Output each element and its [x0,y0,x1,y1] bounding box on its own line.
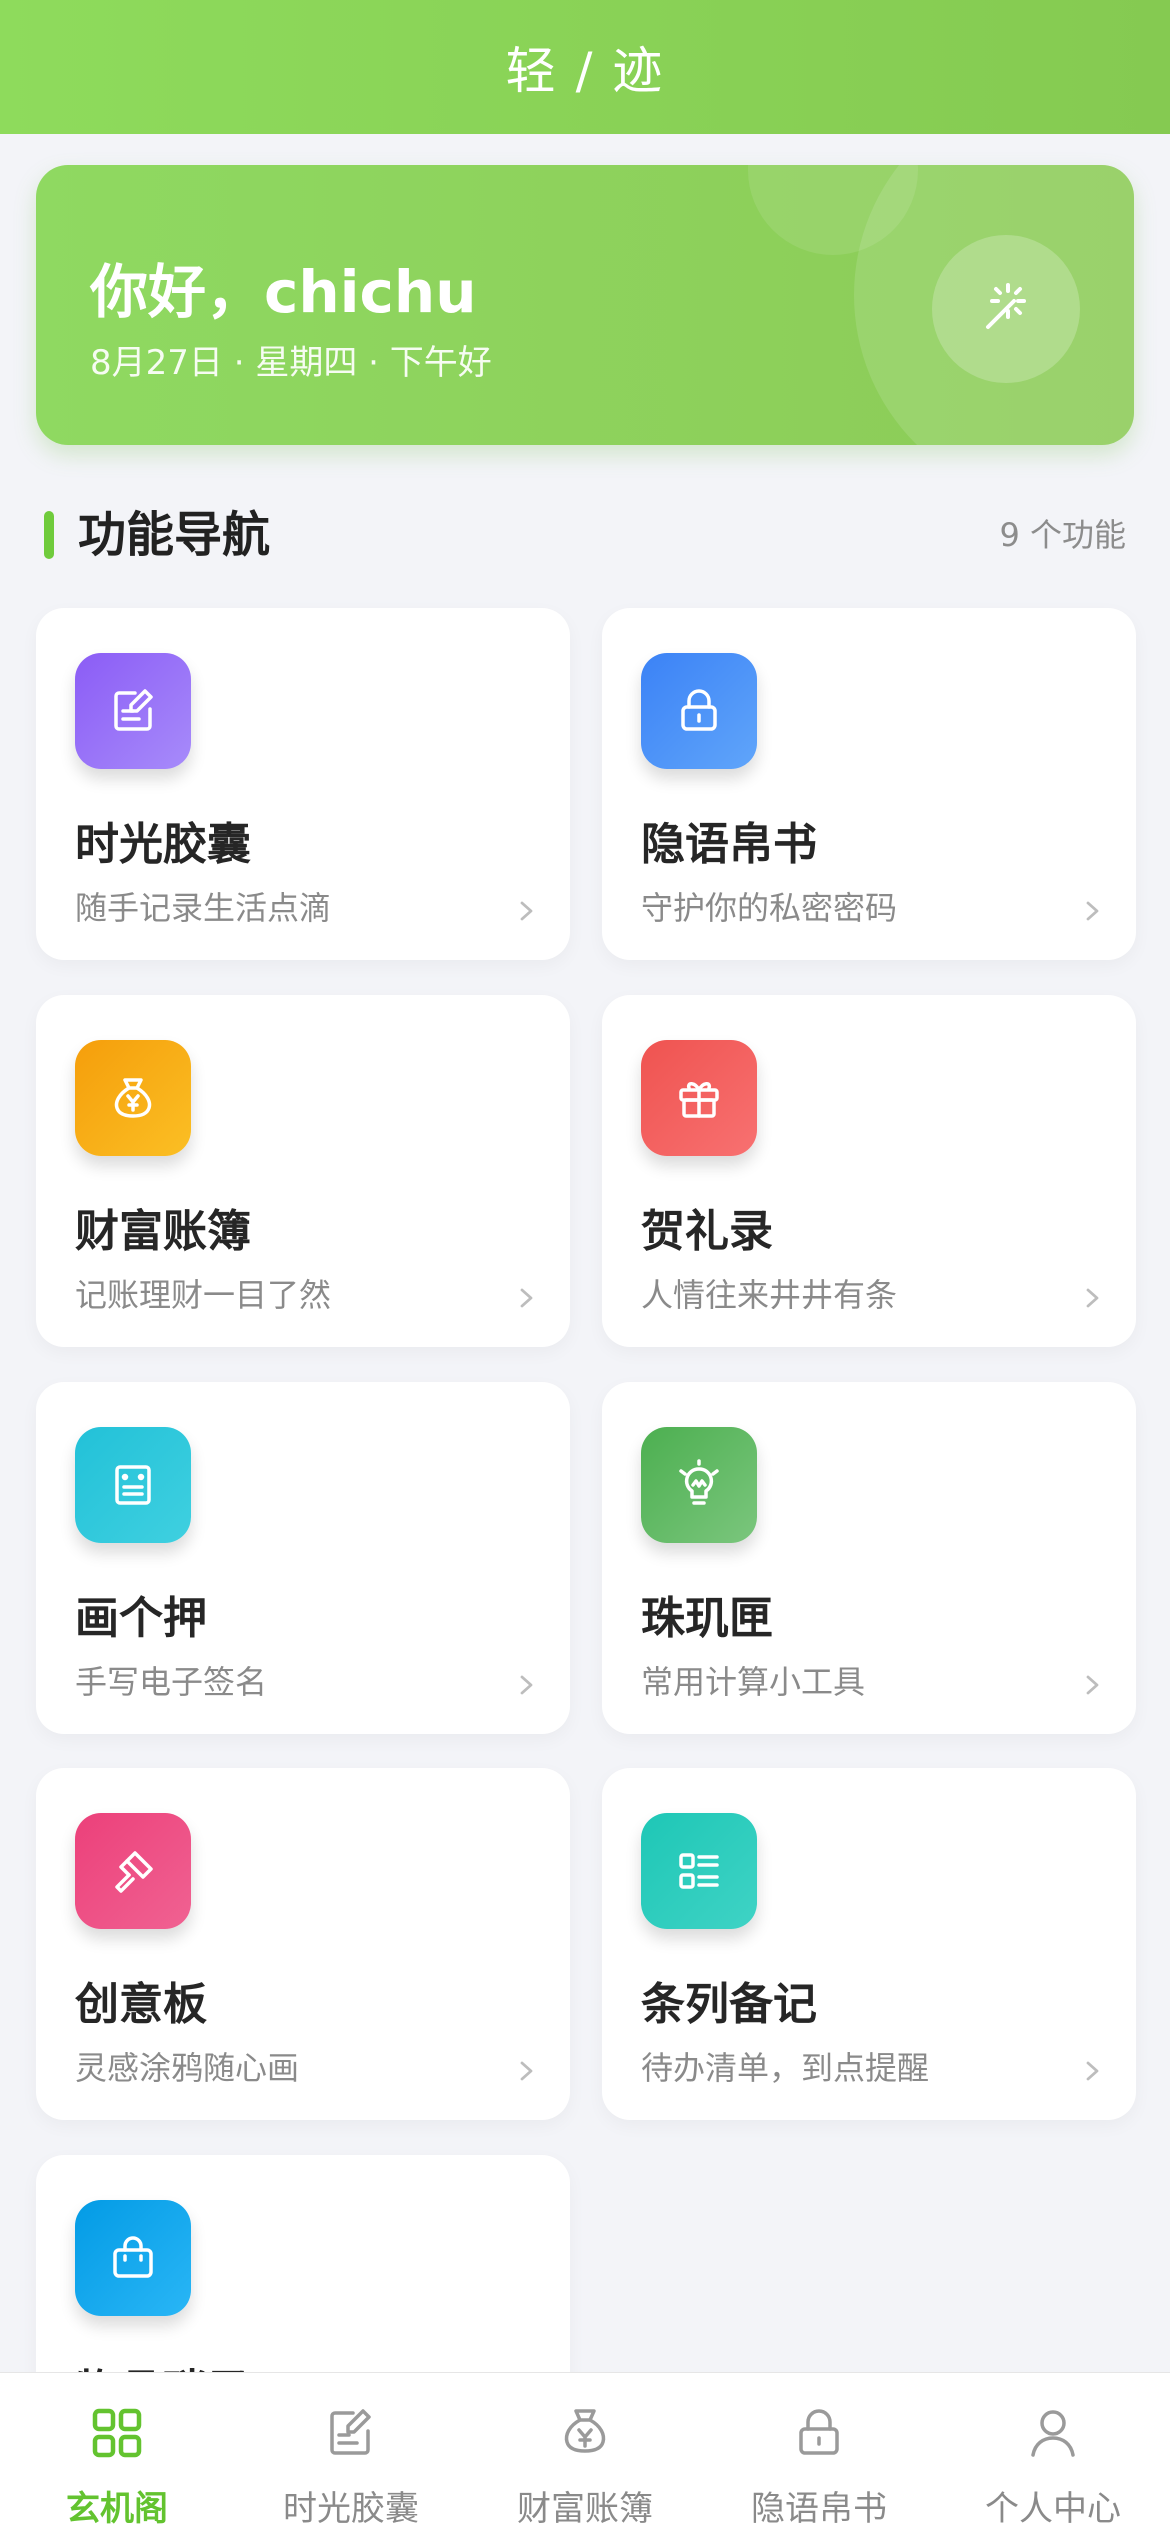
feature-desc: 记账理财一目了然 [75,1276,332,1314]
money-bag-icon [564,2409,606,2453]
section-header: 功能导航 9 个功能 [44,505,1126,565]
user-icon [1031,2410,1075,2457]
tab-password-vault[interactable]: 隐语帛书 [702,2373,936,2532]
section-title: 功能导航 [78,507,271,563]
notes-icon [75,653,191,769]
feature-name: 珠玑匣 [641,1593,773,1644]
feature-name: 财富账簿 [75,1206,251,1257]
feature-name: 隐语帛书 [641,819,817,870]
chevron-right-icon [1086,1288,1099,1308]
tab-label: 玄机阁 [66,2489,168,2529]
top-bar: 轻 / 迹 [0,0,1170,134]
notes-icon [330,2409,371,2455]
feature-card-todo-list[interactable]: 条列备记 待办清单，到点提醒 [602,1768,1136,2120]
lock-icon [799,2409,839,2455]
feature-card-password-vault[interactable]: 隐语帛书 守护你的私密密码 [602,608,1136,960]
chevron-right-icon [520,2061,533,2081]
tab-profile[interactable]: 个人中心 [936,2373,1170,2532]
feature-name: 时光胶囊 [75,819,251,870]
magic-wand-icon[interactable] [932,235,1080,383]
feature-card-time-capsule[interactable]: 时光胶囊 随手记录生活点滴 [36,608,570,960]
tab-finance[interactable]: 财富账簿 [468,2373,702,2532]
lightbulb-icon [641,1427,757,1543]
greeting-card: 你好，chichu 8月27日 · 星期四 · 下午好 [36,165,1134,445]
feature-desc: 人情往来井井有条 [641,1276,898,1314]
chevron-right-icon [520,1288,533,1308]
money-bag-icon [75,1040,191,1156]
feature-name: 创意板 [75,1979,207,2030]
feature-name: 画个押 [75,1593,207,1644]
feature-card-signature[interactable]: 画个押 手写电子签名 [36,1382,570,1734]
feature-count: 9 个功能 [999,516,1126,554]
feature-card-gift-record[interactable]: 贺礼录 人情往来井井有条 [602,995,1136,1347]
feature-name: 贺礼录 [641,1206,773,1257]
chevron-right-icon [520,901,533,921]
grid-icon [92,2408,142,2458]
bottom-tab-bar: 玄机阁 时光胶囊 财富账簿 隐语帛书 个人中心 [0,2372,1170,2532]
feature-desc: 待办清单，到点提醒 [641,2049,930,2087]
chevron-right-icon [1086,2061,1099,2081]
section-accent-bar [44,511,54,559]
tab-label: 财富账簿 [517,2489,653,2529]
feature-desc: 常用计算小工具 [641,1663,866,1701]
app-title: 轻 / 迹 [505,42,665,100]
chevron-right-icon [1086,1675,1099,1695]
feature-desc: 守护你的私密密码 [641,889,898,927]
tab-home[interactable]: 玄机阁 [0,2373,234,2532]
checklist-icon [641,1813,757,1929]
paint-roller-icon [75,1813,191,1929]
lock-icon [641,653,757,769]
feature-desc: 手写电子签名 [75,1663,268,1701]
feature-desc: 随手记录生活点滴 [75,889,332,927]
feature-name: 条列备记 [641,1979,817,2030]
tab-label: 时光胶囊 [283,2489,419,2529]
feature-card-finance[interactable]: 财富账簿 记账理财一目了然 [36,995,570,1347]
feature-card-creative-board[interactable]: 创意板 灵感涂鸦随心画 [36,1768,570,2120]
chevron-right-icon [520,1675,533,1695]
greeting-text: 你好，chichu [90,258,477,326]
feature-desc: 灵感涂鸦随心画 [75,2049,300,2087]
feature-card-calculator-tools[interactable]: 珠玑匣 常用计算小工具 [602,1382,1136,1734]
shopping-bag-icon [75,2200,191,2316]
chevron-right-icon [1086,901,1099,921]
signature-pad-icon [75,1427,191,1543]
gift-icon [641,1040,757,1156]
tab-label: 隐语帛书 [751,2489,887,2529]
tab-label: 个人中心 [985,2489,1121,2529]
tab-time-capsule[interactable]: 时光胶囊 [234,2373,468,2532]
date-line: 8月27日 · 星期四 · 下午好 [90,343,492,383]
